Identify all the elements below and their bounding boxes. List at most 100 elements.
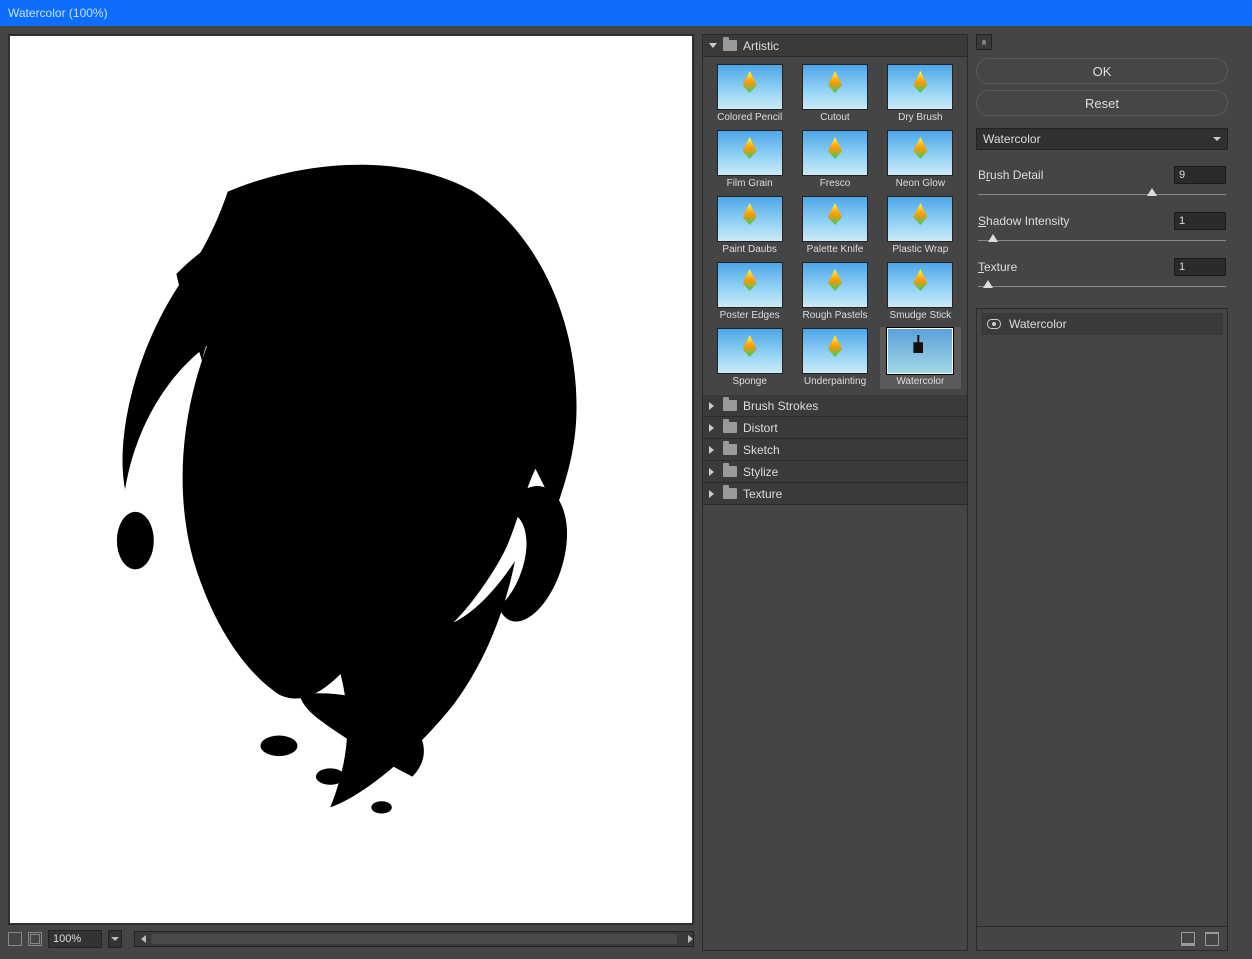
thumb-label: Poster Edges	[720, 310, 780, 321]
window-title: Watercolor (100%)	[8, 6, 108, 20]
effect-layers-pane: Watercolor	[976, 308, 1228, 951]
scroll-track[interactable]	[151, 934, 677, 944]
thumb-label: Neon Glow	[896, 178, 945, 189]
filter-gallery-pane: Artistic Colored Pencil Cutout Dry Brush Fi…	[702, 34, 968, 951]
preview-canvas[interactable]	[9, 35, 693, 924]
layer-actions	[977, 926, 1227, 950]
thumb-image	[888, 263, 952, 307]
thumb-image	[718, 131, 782, 175]
folder-icon	[723, 422, 737, 433]
title-bar: Watercolor (100%)	[0, 0, 1252, 26]
category-sketch[interactable]: Sketch	[703, 439, 967, 461]
thumb-paint-daubs[interactable]: Paint Daubs	[711, 197, 788, 255]
category-distort[interactable]: Distort	[703, 417, 967, 439]
category-label: Distort	[743, 421, 778, 435]
thumb-sponge[interactable]: Sponge	[711, 329, 788, 387]
disclosure-triangle-icon	[709, 402, 719, 410]
thumb-dry-brush[interactable]: Dry Brush	[882, 65, 959, 123]
category-stylize[interactable]: Stylize	[703, 461, 967, 483]
disclosure-triangle-icon	[709, 490, 719, 498]
thumb-image	[803, 263, 867, 307]
delete-effect-layer-icon[interactable]	[1205, 932, 1219, 946]
param-label: Shadow Intensity	[978, 214, 1069, 228]
effect-layer-row[interactable]: Watercolor	[981, 313, 1223, 335]
main-area: 100% Artistic Colored Pencil Cutout Dry Br…	[0, 26, 1252, 959]
thumb-rough-pastels[interactable]: Rough Pastels	[796, 263, 873, 321]
thumb-image	[888, 65, 952, 109]
thumb-image	[803, 329, 867, 373]
folder-icon	[723, 400, 737, 411]
thumb-label: Paint Daubs	[722, 244, 776, 255]
thumb-film-grain[interactable]: Film Grain	[711, 131, 788, 189]
thumb-smudge-stick[interactable]: Smudge Stick	[882, 263, 959, 321]
visibility-eye-icon[interactable]	[987, 319, 1001, 329]
disclosure-triangle-icon	[709, 43, 719, 48]
thumb-watercolor[interactable]: Watercolor	[880, 327, 961, 389]
thumbnail-grid: Colored Pencil Cutout Dry Brush Film Grain F…	[703, 57, 967, 395]
param-slider[interactable]	[978, 234, 1226, 248]
param-value-input[interactable]: 1	[1174, 212, 1226, 230]
zoom-bar: 100%	[8, 927, 694, 951]
param-value-input[interactable]: 9	[1174, 166, 1226, 184]
thumb-plastic-wrap[interactable]: Plastic Wrap	[882, 197, 959, 255]
thumb-label: Cutout	[820, 112, 849, 123]
preview-scrollbar[interactable]	[134, 931, 694, 947]
scroll-right-icon[interactable]	[677, 932, 693, 946]
thumb-fresco[interactable]: Fresco	[796, 131, 873, 189]
folder-icon	[723, 444, 737, 455]
param-label: Texture	[978, 260, 1017, 274]
category-texture[interactable]: Texture	[703, 483, 967, 505]
thumb-label: Plastic Wrap	[892, 244, 948, 255]
chevron-down-icon	[1213, 137, 1221, 141]
thumb-label: Fresco	[820, 178, 851, 189]
category-brush-strokes[interactable]: Brush Strokes	[703, 395, 967, 417]
thumb-cutout[interactable]: Cutout	[796, 65, 873, 123]
actual-pixels-icon[interactable]	[28, 932, 42, 946]
thumb-image	[718, 197, 782, 241]
thumb-image	[718, 263, 782, 307]
stencil-artwork	[43, 79, 659, 879]
thumb-label: Watercolor	[896, 376, 944, 387]
reset-button[interactable]: Reset	[976, 90, 1228, 116]
zoom-level-input[interactable]: 100%	[48, 930, 102, 948]
thumb-label: Film Grain	[727, 178, 773, 189]
thumb-palette-knife[interactable]: Palette Knife	[796, 197, 873, 255]
thumb-neon-glow[interactable]: Neon Glow	[882, 131, 959, 189]
thumb-poster-edges[interactable]: Poster Edges	[711, 263, 788, 321]
thumb-label: Underpainting	[804, 376, 866, 387]
thumb-image	[888, 197, 952, 241]
category-label: Brush Strokes	[743, 399, 818, 413]
thumb-label: Dry Brush	[898, 112, 942, 123]
ok-button[interactable]: OK	[976, 58, 1228, 84]
folder-icon	[723, 466, 737, 477]
thumb-colored-pencil[interactable]: Colored Pencil	[711, 65, 788, 123]
collapse-button[interactable]	[976, 34, 992, 50]
effect-layer-label: Watercolor	[1009, 317, 1067, 331]
param-slider[interactable]	[978, 280, 1226, 294]
param-value-input[interactable]: 1	[1174, 258, 1226, 276]
filter-select-value: Watercolor	[983, 132, 1041, 146]
thumb-label: Rough Pastels	[802, 310, 867, 321]
disclosure-triangle-icon	[709, 468, 719, 476]
thumb-image	[718, 65, 782, 109]
category-label: Sketch	[743, 443, 780, 457]
new-effect-layer-icon[interactable]	[1181, 932, 1195, 946]
filter-select[interactable]: Watercolor	[976, 128, 1228, 150]
thumb-image	[803, 131, 867, 175]
thumb-image	[718, 329, 782, 373]
disclosure-triangle-icon	[709, 424, 719, 432]
preview-pane: 100%	[0, 26, 702, 959]
thumb-underpainting[interactable]: Underpainting	[796, 329, 873, 387]
thumb-image	[803, 197, 867, 241]
param-slider[interactable]	[978, 188, 1226, 202]
thumb-label: Smudge Stick	[889, 310, 951, 321]
param-label: Brush Detail	[978, 168, 1043, 182]
param-texture: Texture 1	[976, 258, 1228, 294]
thumb-image	[803, 65, 867, 109]
thumb-image	[888, 329, 952, 373]
fit-toggle-icon[interactable]	[8, 932, 22, 946]
zoom-dropdown-button[interactable]	[108, 930, 122, 948]
param-brush-detail: Brush Detail 9	[976, 166, 1228, 202]
scroll-left-icon[interactable]	[135, 932, 151, 946]
category-artistic[interactable]: Artistic	[703, 35, 967, 57]
